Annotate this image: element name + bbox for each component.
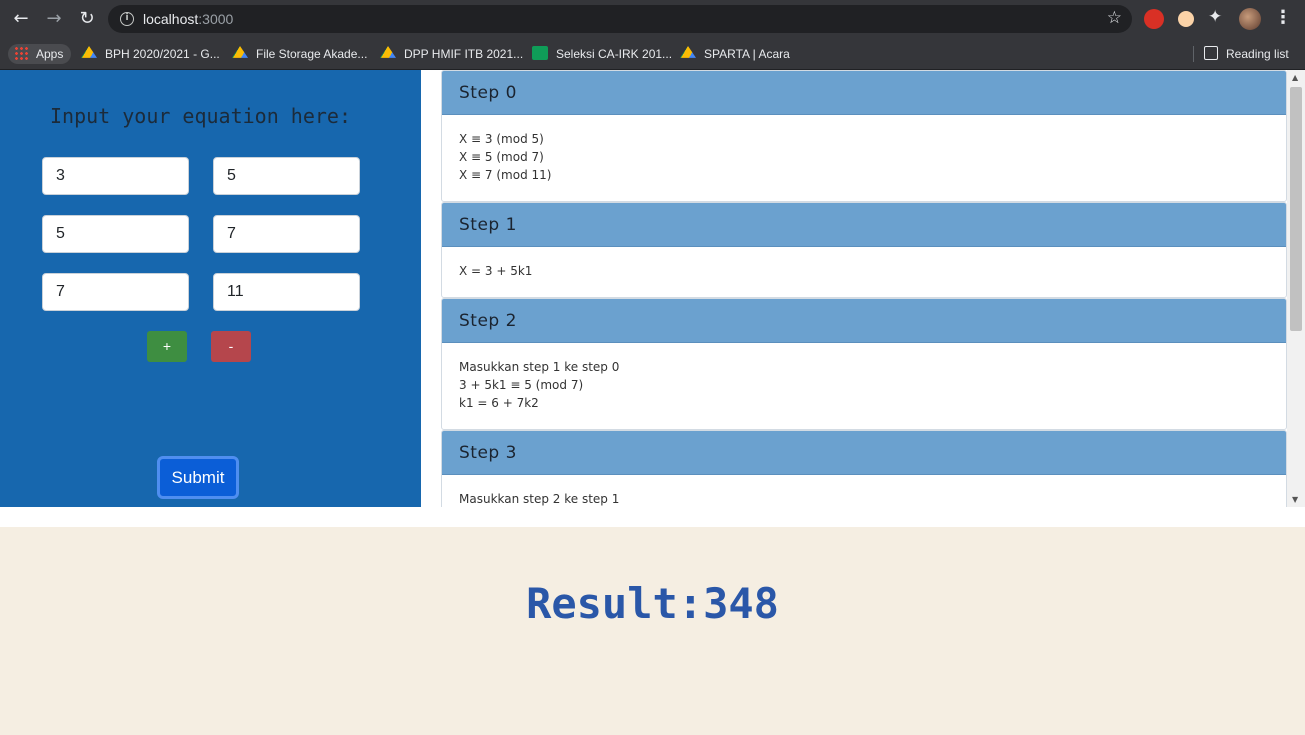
remainder-input-3[interactable]: 7 <box>42 273 189 311</box>
step-line: Masukkan step 2 ke step 1 <box>459 492 620 506</box>
reading-list-icon <box>1204 46 1218 60</box>
steps-scrollbar[interactable]: ▲ ▼ <box>1287 70 1305 507</box>
step-line: 3 + 5k1 ≡ 5 (mod 7) <box>459 378 584 392</box>
scroll-thumb[interactable] <box>1290 87 1302 331</box>
step-body: X ≡ 3 (mod 5) X ≡ 5 (mod 7) X ≡ 7 (mod 1… <box>442 115 1286 194</box>
step-line: k1 = 6 + 7k2 <box>459 396 539 410</box>
remainder-input-1[interactable]: 3 <box>42 157 189 195</box>
remove-row-button[interactable]: - <box>211 331 251 362</box>
profile-avatar[interactable] <box>1239 8 1261 30</box>
modulus-input-3[interactable]: 11 <box>213 273 360 311</box>
kebab-menu-icon[interactable]: ⋮ <box>1274 7 1292 28</box>
bookmark-label: DPP HMIF ITB 2021... <box>404 47 524 61</box>
bookmark-file-storage[interactable]: File Storage Akade... <box>232 44 367 64</box>
step-line: X ≡ 3 (mod 5) <box>459 132 544 146</box>
google-drive-icon <box>81 46 97 58</box>
bookmark-bph[interactable]: BPH 2020/2021 - G... <box>81 44 220 64</box>
scroll-up-arrow-icon[interactable]: ▲ <box>1292 73 1298 82</box>
step-body: Masukkan step 2 ke step 1 <box>442 475 1286 507</box>
forward-icon[interactable]: → <box>42 7 66 31</box>
bookmark-apps[interactable]: Apps <box>8 44 72 64</box>
step-line: X ≡ 7 (mod 11) <box>459 168 552 182</box>
steps-panel[interactable]: Step 0 X ≡ 3 (mod 5) X ≡ 5 (mod 7) X ≡ 7… <box>441 70 1287 507</box>
input-title: Input your equation here: <box>49 104 352 128</box>
extensions-puzzle-icon[interactable]: ✦ <box>1208 7 1222 27</box>
url-port: :3000 <box>198 11 234 27</box>
step-card-2: Step 2 Masukkan step 1 ke step 0 3 + 5k1… <box>441 298 1287 430</box>
google-drive-icon <box>680 46 696 58</box>
step-title: Step 0 <box>442 71 1286 115</box>
step-card-3: Step 3 Masukkan step 2 ke step 1 <box>441 430 1287 507</box>
bookmark-label: Seleksi CA-IRK 201... <box>556 47 673 61</box>
page: Input your equation here: 3 5 5 7 7 11 +… <box>0 70 1305 735</box>
bookmark-label: SPARTA | Acara <box>704 47 790 61</box>
step-line: X = 3 + 5k1 <box>459 264 533 278</box>
url-text[interactable]: localhost:3000 <box>143 11 233 27</box>
extension-adblock-icon[interactable] <box>1144 9 1164 29</box>
reading-list[interactable]: Reading list <box>1204 44 1289 64</box>
remainder-input-2[interactable]: 5 <box>42 215 189 253</box>
add-row-button[interactable]: + <box>147 331 187 362</box>
equation-input-panel: Input your equation here: 3 5 5 7 7 11 +… <box>0 70 421 507</box>
extension-icon[interactable] <box>1178 11 1194 27</box>
google-drive-icon <box>232 46 248 58</box>
bookmark-star-icon[interactable]: ☆ <box>1107 8 1122 28</box>
apps-grid-icon <box>14 46 28 60</box>
step-title: Step 2 <box>442 299 1286 343</box>
modulus-input-1[interactable]: 5 <box>213 157 360 195</box>
bookmark-dpp-hmif[interactable]: DPP HMIF ITB 2021... <box>380 44 523 64</box>
step-body: Masukkan step 1 ke step 0 3 + 5k1 ≡ 5 (m… <box>442 343 1286 422</box>
url-host: localhost <box>143 11 199 27</box>
bookmark-label: BPH 2020/2021 - G... <box>105 47 220 61</box>
google-drive-icon <box>380 46 396 58</box>
scroll-down-arrow-icon[interactable]: ▼ <box>1292 495 1298 504</box>
result-text: Result:348 <box>526 579 779 628</box>
bookmarks-divider <box>1193 46 1194 62</box>
step-card-0: Step 0 X ≡ 3 (mod 5) X ≡ 5 (mod 7) X ≡ 7… <box>441 70 1287 202</box>
modulus-input-2[interactable]: 7 <box>213 215 360 253</box>
step-line: Masukkan step 1 ke step 0 <box>459 360 620 374</box>
reload-icon[interactable]: ↻ <box>75 7 99 31</box>
back-icon[interactable]: ← <box>9 7 33 31</box>
submit-button[interactable]: Submit <box>157 456 239 499</box>
browser-toolbar: ← → ↻ i localhost:3000 ☆ ✦ ⋮ <box>0 0 1305 38</box>
reading-list-label: Reading list <box>1226 47 1289 61</box>
bookmark-label: File Storage Akade... <box>256 47 368 61</box>
step-line: X ≡ 5 (mod 7) <box>459 150 544 164</box>
bookmark-seleksi[interactable]: Seleksi CA-IRK 201... <box>532 44 672 64</box>
site-info-icon[interactable]: i <box>120 12 134 26</box>
bookmark-label: Apps <box>36 47 64 61</box>
step-title: Step 3 <box>442 431 1286 475</box>
google-sheets-icon <box>532 46 548 60</box>
step-card-1: Step 1 X = 3 + 5k1 <box>441 202 1287 298</box>
step-title: Step 1 <box>442 203 1286 247</box>
step-body: X = 3 + 5k1 <box>442 247 1286 290</box>
bookmarks-bar: Apps BPH 2020/2021 - G... File Storage A… <box>0 38 1305 70</box>
address-bar[interactable]: i localhost:3000 ☆ <box>108 5 1132 33</box>
bookmark-sparta[interactable]: SPARTA | Acara <box>680 44 790 64</box>
